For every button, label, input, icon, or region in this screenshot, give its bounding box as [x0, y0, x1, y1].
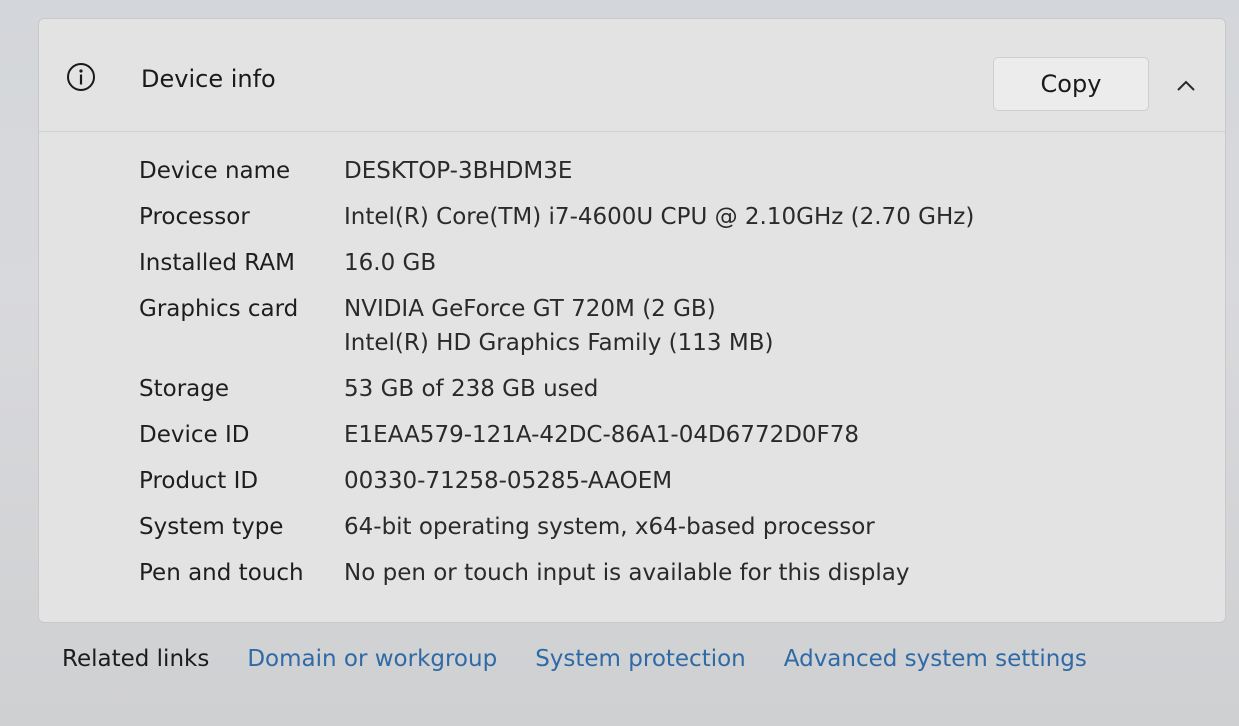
spec-label: Graphics card [139, 296, 299, 322]
spec-row: Processor Intel(R) Core(TM) i7-4600U CPU … [139, 200, 1199, 234]
copy-button[interactable]: Copy [993, 57, 1149, 111]
spec-value[interactable]: 64-bit operating system, x64-based proce… [344, 510, 1199, 544]
spec-values: Intel(R) Core(TM) i7-4600U CPU @ 2.10GHz… [344, 200, 1199, 234]
chevron-up-icon [1167, 80, 1205, 106]
spec-values: NVIDIA GeForce GT 720M (2 GB) Intel(R) HD… [344, 292, 1199, 360]
spec-values: No pen or touch input is available for t… [344, 556, 1199, 590]
panel-title: Device info [141, 65, 276, 93]
spec-values: E1EAA579-121A-42DC-86A1-04D6772D0F78 [344, 418, 1199, 452]
spec-row: System type 64-bit operating system, x64-… [139, 510, 1199, 544]
spec-row: Pen and touch No pen or touch input is av… [139, 556, 1199, 590]
spec-value[interactable]: Intel(R) HD Graphics Family (113 MB) [344, 326, 1199, 360]
spec-value[interactable]: 16.0 GB [344, 246, 1199, 280]
spec-row: Device ID E1EAA579-121A-42DC-86A1-04D6772… [139, 418, 1199, 452]
device-info-header[interactable]: Device info Copy [39, 19, 1225, 132]
device-info-panel: Device info Copy Device name DESKTOP-3BHD… [38, 18, 1226, 623]
related-links: Related links Domain or workgroup System … [62, 646, 1087, 672]
spec-label: Device name [139, 158, 291, 184]
device-spec-list: Device name DESKTOP-3BHDM3E Processor Intel… [139, 154, 1199, 602]
spec-label: Device ID [139, 422, 250, 448]
spec-row: Storage 53 GB of 238 GB used [139, 372, 1199, 406]
related-link-1[interactable]: System protection [535, 646, 746, 672]
collapse-button[interactable] [1167, 69, 1205, 103]
spec-label: Processor [139, 204, 250, 230]
spec-values: 64-bit operating system, x64-based proce… [344, 510, 1199, 544]
spec-values: 53 GB of 238 GB used [344, 372, 1199, 406]
spec-row: Product ID 00330-71258-05285-AAOEM [139, 464, 1199, 498]
spec-value[interactable]: DESKTOP-3BHDM3E [344, 154, 1199, 188]
spec-values: 16.0 GB [344, 246, 1199, 280]
spec-label: System type [139, 514, 284, 540]
spec-label: Storage [139, 376, 229, 402]
related-links-label: Related links [62, 646, 210, 672]
spec-label: Product ID [139, 468, 259, 494]
spec-values: DESKTOP-3BHDM3E [344, 154, 1199, 188]
spec-value[interactable]: 53 GB of 238 GB used [344, 372, 1199, 406]
related-link-0[interactable]: Domain or workgroup [247, 646, 497, 672]
spec-values: 00330-71258-05285-AAOEM [344, 464, 1199, 498]
spec-row: Graphics card NVIDIA GeForce GT 720M (2 G… [139, 292, 1199, 360]
spec-label: Installed RAM [139, 250, 295, 276]
spec-value[interactable]: 00330-71258-05285-AAOEM [344, 464, 1199, 498]
spec-row: Installed RAM 16.0 GB [139, 246, 1199, 280]
spec-label: Pen and touch [139, 560, 304, 586]
related-link-2[interactable]: Advanced system settings [784, 646, 1087, 672]
spec-value[interactable]: NVIDIA GeForce GT 720M (2 GB) [344, 292, 1199, 326]
spec-value[interactable]: No pen or touch input is available for t… [344, 556, 1199, 590]
spec-value[interactable]: Intel(R) Core(TM) i7-4600U CPU @ 2.10GHz… [344, 200, 1199, 234]
spec-row: Device name DESKTOP-3BHDM3E [139, 154, 1199, 188]
spec-value[interactable]: E1EAA579-121A-42DC-86A1-04D6772D0F78 [344, 418, 1199, 452]
info-icon [66, 62, 96, 92]
